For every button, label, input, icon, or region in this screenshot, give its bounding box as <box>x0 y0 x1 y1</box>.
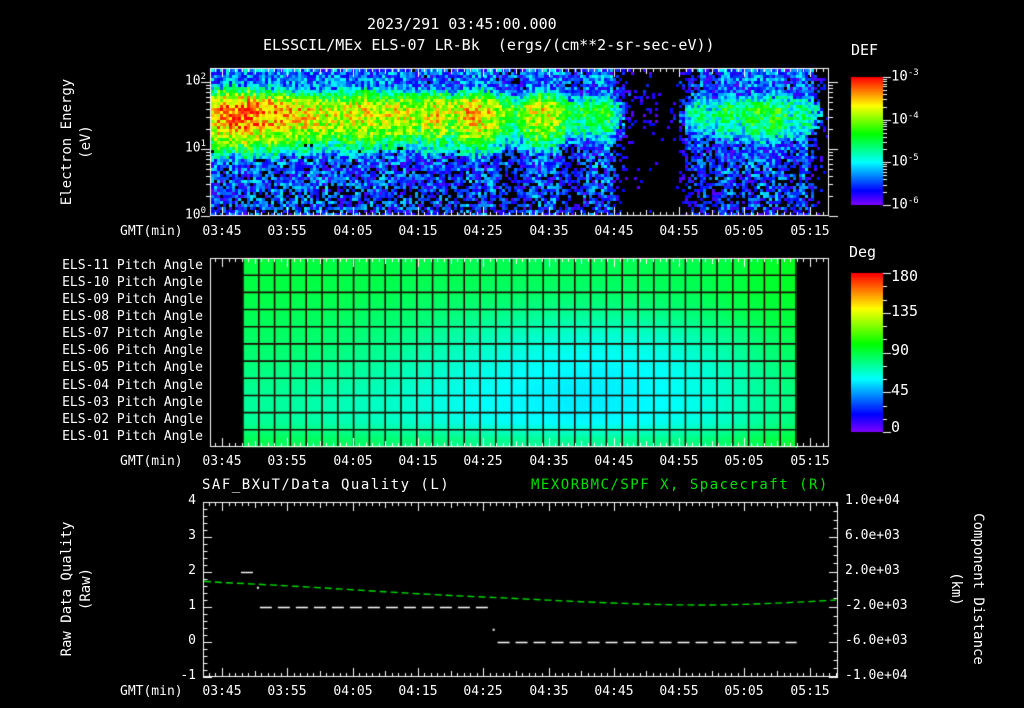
deg-cbar-tick-4: 0 <box>891 418 901 436</box>
pitch-row-label: ELS-07 Pitch Angle <box>62 326 203 341</box>
quality-ylabel: Raw Data Quality <box>59 521 75 657</box>
pitch-row-label: ELS-05 Pitch Angle <box>62 360 203 375</box>
def-cbar-tick-0: 10-3 <box>891 68 919 85</box>
x-tick-label: 04:05 <box>333 684 373 699</box>
distance-tick: -1.0e+04 <box>845 668 908 683</box>
pitch-row-label: ELS-02 Pitch Angle <box>62 412 203 427</box>
x-tick-label: 05:05 <box>724 224 764 239</box>
x-tick-label: 04:55 <box>659 454 699 469</box>
x-tick-label: 04:45 <box>594 454 634 469</box>
pitch-row-label: ELS-01 Pitch Angle <box>62 429 203 444</box>
x-tick-label: 05:05 <box>724 684 764 699</box>
x-tick-label: 04:25 <box>463 454 503 469</box>
spectrogram-ylabel: Electron Energy <box>59 78 75 206</box>
page-title-date: 2023/291 03:45:00.000 <box>367 15 557 33</box>
pitch-row-label: ELS-03 Pitch Angle <box>62 395 203 410</box>
energy-tick-1: 100 <box>184 206 206 223</box>
line-panel-title-left: SAF_BXuT/Data Quality (L) <box>202 477 451 493</box>
x-tick-label: 04:35 <box>529 224 569 239</box>
x-tick-label: 05:15 <box>790 684 830 699</box>
distance-tick: -2.0e+03 <box>845 598 908 613</box>
distance-tick: 2.0e+03 <box>845 563 900 578</box>
spectrogram-ylabel-unit: (eV) <box>78 125 94 159</box>
distance-tick: 1.0e+04 <box>845 493 900 508</box>
x-tick-label: 03:45 <box>202 224 242 239</box>
x-tick-label: 03:45 <box>202 454 242 469</box>
x-tick-label: 03:55 <box>267 454 307 469</box>
pitch-row-label: ELS-09 Pitch Angle <box>62 292 203 307</box>
gmt-label-top: GMT(min) <box>120 224 183 239</box>
x-tick-label: 04:15 <box>398 684 438 699</box>
x-tick-label: 04:55 <box>659 684 699 699</box>
x-tick-label: 04:25 <box>463 224 503 239</box>
x-tick-label: 04:45 <box>594 224 634 239</box>
x-tick-label: 04:45 <box>594 684 634 699</box>
x-tick-label: 05:05 <box>724 454 764 469</box>
x-tick-label: 04:05 <box>333 454 373 469</box>
line-panel-title-right: MEXORBMC/SPF X, Spacecraft (R) <box>531 477 829 493</box>
deg-cbar-tick-1: 135 <box>891 302 919 320</box>
x-tick-label: 04:05 <box>333 224 373 239</box>
def-cbar-tick-2: 10-5 <box>891 153 919 170</box>
x-tick-label: 04:55 <box>659 224 699 239</box>
quality-tick: 1 <box>188 598 196 613</box>
page-title-instrument: ELSSCIL/MEx ELS-07 LR-Bk (ergs/(cm**2-sr… <box>263 36 715 54</box>
quality-tick: 3 <box>188 528 196 543</box>
gmt-label-mid: GMT(min) <box>120 454 183 469</box>
pitch-row-label: ELS-06 Pitch Angle <box>62 343 203 358</box>
energy-tick-100: 102 <box>184 72 206 89</box>
x-tick-label: 03:55 <box>267 684 307 699</box>
x-tick-label: 03:45 <box>202 684 242 699</box>
x-tick-label: 03:55 <box>267 224 307 239</box>
quality-tick: 4 <box>188 493 196 508</box>
x-tick-label: 05:15 <box>790 224 830 239</box>
def-cbar-tick-1: 10-4 <box>891 111 919 128</box>
x-tick-label: 05:15 <box>790 454 830 469</box>
quality-tick: -1 <box>180 668 196 683</box>
energy-tick-10: 101 <box>184 139 206 156</box>
quality-ylabel-unit: (Raw) <box>78 567 94 611</box>
colorbar-deg-title: Deg <box>849 243 877 261</box>
quality-tick: 0 <box>188 633 196 648</box>
distance-ylabel: Component Distance <box>970 513 986 665</box>
pitch-row-label: ELS-10 Pitch Angle <box>62 275 203 290</box>
pitch-row-label: ELS-08 Pitch Angle <box>62 309 203 324</box>
deg-cbar-tick-2: 90 <box>891 341 910 359</box>
distance-tick: -6.0e+03 <box>845 633 908 648</box>
colorbar-def-title: DEF <box>851 41 879 59</box>
quality-tick: 2 <box>188 563 196 578</box>
plot-page: 2023/291 03:45:00.000 ELSSCIL/MEx ELS-07… <box>0 0 1024 708</box>
pitch-row-label: ELS-11 Pitch Angle <box>62 258 203 273</box>
pitch-row-label: ELS-04 Pitch Angle <box>62 378 203 393</box>
x-tick-label: 04:25 <box>463 684 503 699</box>
def-cbar-tick-3: 10-6 <box>891 196 919 213</box>
gmt-label-bottom: GMT(min) <box>120 684 183 699</box>
x-tick-label: 04:15 <box>398 454 438 469</box>
x-tick-label: 04:35 <box>529 454 569 469</box>
x-tick-label: 04:15 <box>398 224 438 239</box>
distance-ylabel-unit: (km) <box>948 572 964 606</box>
x-tick-label: 04:35 <box>529 684 569 699</box>
distance-tick: 6.0e+03 <box>845 528 900 543</box>
deg-cbar-tick-3: 45 <box>891 381 910 399</box>
deg-cbar-tick-0: 180 <box>891 267 919 285</box>
